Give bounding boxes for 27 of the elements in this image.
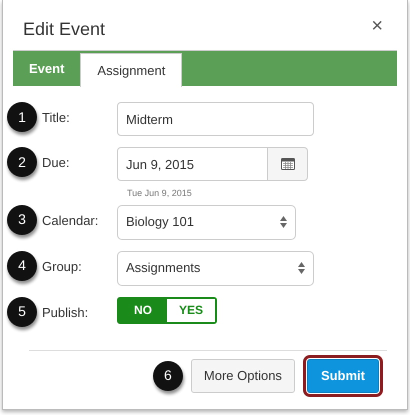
close-button[interactable]: × xyxy=(367,16,387,36)
dialog-title: Edit Event xyxy=(23,18,106,41)
more-options-button[interactable]: More Options xyxy=(190,358,295,392)
field-label: Group: xyxy=(41,258,83,276)
select-field[interactable]: Assignments xyxy=(117,250,314,286)
field-label: Calendar: xyxy=(41,212,100,230)
toggle-option[interactable]: NO xyxy=(119,298,167,322)
field-label: Publish: xyxy=(41,304,90,322)
date-field[interactable]: Jun 9, 2015 xyxy=(117,147,268,181)
callout-number: 5 xyxy=(7,296,37,326)
callout-number: 3 xyxy=(7,204,37,234)
select-arrows-icon xyxy=(298,262,305,274)
field-label: Title: xyxy=(41,109,71,127)
select-value: Assignments xyxy=(126,259,200,278)
select-field[interactable]: Biology 101 xyxy=(117,204,296,240)
select-arrows-icon xyxy=(280,216,287,228)
callout-number: 4 xyxy=(7,250,37,280)
callout-number: 2 xyxy=(7,147,37,177)
callout-number: 6 xyxy=(152,360,183,390)
title-field[interactable]: Midterm xyxy=(117,102,314,136)
select-value: Biology 101 xyxy=(126,213,194,232)
calendar-button[interactable] xyxy=(268,147,308,181)
date-hint: Tue Jun 9, 2015 xyxy=(127,187,193,200)
callout-number: 1 xyxy=(7,102,37,132)
field-label: Due: xyxy=(41,154,70,172)
tab[interactable]: Assignment xyxy=(80,53,182,87)
calendar-icon xyxy=(280,158,294,170)
